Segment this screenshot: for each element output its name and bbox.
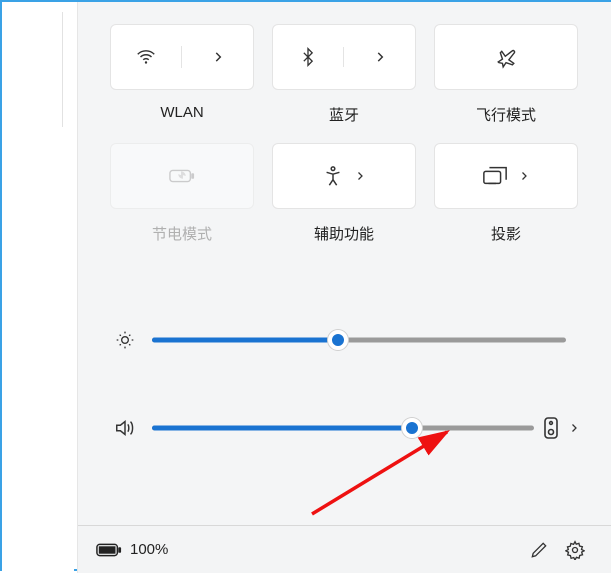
quick-settings-panel: WLAN 蓝牙	[77, 2, 611, 573]
brightness-icon	[110, 330, 140, 350]
gear-icon	[565, 540, 585, 560]
tile-project[interactable]	[434, 143, 578, 209]
tile-bluetooth	[272, 24, 416, 90]
slider-thumb[interactable]	[328, 330, 348, 350]
sliders-area	[110, 320, 580, 496]
slider-thumb[interactable]	[402, 418, 422, 438]
footer-bar: 100%	[78, 525, 611, 573]
tiles-grid: WLAN 蓝牙	[110, 24, 580, 244]
tile-wlan-label: WLAN	[160, 104, 203, 121]
tile-accessibility[interactable]	[272, 143, 416, 209]
wlan-toggle[interactable]	[111, 46, 182, 68]
accessibility-icon	[322, 165, 344, 187]
airplane-icon	[494, 45, 518, 69]
tile-accessibility-label: 辅助功能	[314, 223, 374, 244]
tile-airplane-group: 飞行模式	[434, 24, 578, 125]
wlan-expand[interactable]	[182, 50, 253, 64]
chevron-right-icon[interactable]	[568, 422, 580, 434]
chevron-right-icon	[354, 170, 366, 182]
tile-battery-saver	[110, 143, 254, 209]
tile-battery-saver-label: 节电模式	[152, 223, 212, 244]
brightness-slider[interactable]	[152, 337, 566, 343]
volume-slider-row	[110, 408, 580, 448]
tile-airplane-label: 飞行模式	[476, 104, 536, 125]
bluetooth-icon	[298, 47, 318, 67]
chevron-right-icon	[518, 170, 530, 182]
tile-battery-saver-group: 节电模式	[110, 143, 254, 244]
audio-output-button[interactable]	[542, 416, 560, 440]
battery-status[interactable]: 100%	[96, 541, 168, 558]
volume-slider[interactable]	[152, 425, 534, 431]
tile-airplane[interactable]	[434, 24, 578, 90]
tile-wlan-group: WLAN	[110, 24, 254, 125]
chevron-right-icon	[373, 50, 387, 64]
battery-percent: 100%	[130, 541, 168, 558]
tile-bluetooth-group: 蓝牙	[272, 24, 416, 125]
settings-button[interactable]	[557, 532, 593, 568]
bluetooth-expand[interactable]	[344, 50, 415, 64]
wifi-icon	[135, 46, 157, 68]
battery-icon	[96, 542, 122, 558]
tile-wlan	[110, 24, 254, 90]
tile-accessibility-group: 辅助功能	[272, 143, 416, 244]
brightness-slider-row	[110, 320, 580, 360]
slider-fill	[152, 338, 338, 343]
battery-saver-icon	[169, 166, 195, 186]
volume-icon	[110, 418, 140, 438]
bluetooth-toggle[interactable]	[273, 47, 344, 67]
tile-project-group: 投影	[434, 143, 578, 244]
project-icon	[482, 165, 508, 187]
tile-bluetooth-label: 蓝牙	[329, 104, 359, 125]
pencil-icon	[529, 540, 549, 560]
tile-project-label: 投影	[491, 223, 521, 244]
left-gutter	[2, 2, 74, 573]
slider-fill	[152, 426, 412, 431]
chevron-right-icon	[211, 50, 225, 64]
edit-button[interactable]	[521, 532, 557, 568]
